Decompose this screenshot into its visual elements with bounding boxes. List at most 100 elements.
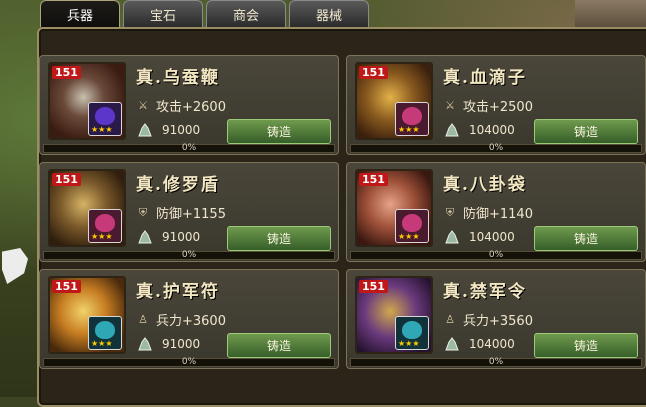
stat-value: 攻击+2500 [463,100,533,115]
shield-icon: ⛨ [445,205,455,219]
item-name: 真.乌蚕鞭 [136,68,220,88]
level-badge: 151 [52,173,81,186]
star-rating: ★★★ [398,339,420,348]
cost-value: 104000 [469,230,515,244]
forge-button[interactable]: 铸造 [227,333,331,358]
star-rating: ★★★ [398,232,420,241]
item-card: 151 ★★★ 真.禁军令 ♙ 兵力+3560 104000 铸造 0% [346,269,646,369]
gem-icon [402,214,422,232]
tab-guild[interactable]: 商会 [206,0,286,27]
cost-value: 104000 [469,337,515,351]
item-name: 真.护军符 [136,282,220,302]
item-portrait[interactable]: 151 ★★★ [355,169,433,247]
cost-value: 91000 [162,230,201,244]
level-badge: 151 [359,66,388,79]
gem-icon [95,321,115,339]
level-badge: 151 [52,66,81,79]
item-cost: 104000 [443,229,515,245]
gem-icon [95,107,115,125]
gem-icon [402,321,422,339]
gem-slot[interactable]: ★★★ [88,316,122,350]
forge-button[interactable]: 铸造 [534,226,638,251]
progress-text: 0% [181,250,197,260]
silver-icon [445,123,459,137]
progress-bar: 0% [43,357,335,367]
star-rating: ★★★ [91,232,113,241]
sword-icon: ⚔ [445,99,455,112]
progress-bar: 0% [43,250,335,260]
item-stat: ⛨ 防御+1140 [443,203,533,223]
gem-slot[interactable]: ★★★ [395,316,429,350]
forge-button[interactable]: 铸造 [534,333,638,358]
item-cost: 91000 [136,336,200,352]
progress-bar: 0% [43,143,335,153]
item-stat: ⚔ 攻击+2500 [443,96,533,115]
progress-text: 0% [488,357,504,367]
soldier-icon: ♙ [138,313,148,326]
forge-button[interactable]: 铸造 [534,119,638,144]
silver-icon [138,230,152,244]
item-cost: 91000 [136,229,200,245]
item-cost: 104000 [443,122,515,138]
progress-text: 0% [488,250,504,260]
gem-icon [95,214,115,232]
progress-bar: 0% [350,143,642,153]
soldier-icon: ♙ [445,313,455,326]
item-card: 151 ★★★ 真.乌蚕鞭 ⚔ 攻击+2600 91000 铸造 0% [39,55,339,155]
item-name: 真.禁军令 [443,282,527,302]
tab-machines[interactable]: 器械 [289,0,369,27]
item-stat: ♙ 兵力+3600 [136,310,226,329]
item-portrait[interactable]: 151 ★★★ [48,276,126,354]
forge-panel: 151 ★★★ 真.乌蚕鞭 ⚔ 攻击+2600 91000 铸造 0% 151 [37,27,646,407]
level-badge: 151 [359,280,388,293]
sword-icon: ⚔ [138,99,148,112]
cost-value: 91000 [162,123,201,137]
progress-text: 0% [488,143,504,153]
progress-text: 0% [181,143,197,153]
item-portrait[interactable]: 151 ★★★ [355,276,433,354]
star-rating: ★★★ [398,125,420,134]
item-card: 151 ★★★ 真.血滴子 ⚔ 攻击+2500 104000 铸造 0% [346,55,646,155]
item-name: 真.修罗盾 [136,175,220,195]
level-badge: 151 [359,173,388,186]
stat-value: 攻击+2600 [156,100,226,115]
shield-icon: ⛨ [138,205,148,219]
item-name: 真.血滴子 [443,68,527,88]
level-badge: 151 [52,280,81,293]
stat-value: 防御+1155 [156,207,226,222]
gem-slot[interactable]: ★★★ [88,102,122,136]
item-portrait[interactable]: 151 ★★★ [355,62,433,140]
silver-icon [138,337,152,351]
item-portrait[interactable]: 151 ★★★ [48,169,126,247]
forge-button[interactable]: 铸造 [227,119,331,144]
gem-slot[interactable]: ★★★ [395,209,429,243]
item-cost: 104000 [443,336,515,352]
map-building [575,0,646,30]
tab-weapons[interactable]: 兵器 [40,0,120,27]
gem-slot[interactable]: ★★★ [88,209,122,243]
item-card: 151 ★★★ 真.护军符 ♙ 兵力+3600 91000 铸造 0% [39,269,339,369]
stat-value: 兵力+3600 [156,314,226,329]
item-portrait[interactable]: 151 ★★★ [48,62,126,140]
progress-bar: 0% [350,250,642,260]
item-cost: 91000 [136,122,200,138]
tab-gems[interactable]: 宝石 [123,0,203,27]
silver-icon [445,337,459,351]
item-card: 151 ★★★ 真.修罗盾 ⛨ 防御+1155 91000 铸造 0% [39,162,339,262]
item-stat: ♙ 兵力+3560 [443,310,533,329]
silver-icon [445,230,459,244]
star-rating: ★★★ [91,125,113,134]
silver-icon [138,123,152,137]
item-stat: ⚔ 攻击+2600 [136,96,226,115]
item-card: 151 ★★★ 真.八卦袋 ⛨ 防御+1140 104000 铸造 0% [346,162,646,262]
gem-slot[interactable]: ★★★ [395,102,429,136]
stat-value: 兵力+3560 [463,314,533,329]
stat-value: 防御+1140 [463,207,533,222]
forge-button[interactable]: 铸造 [227,226,331,251]
star-rating: ★★★ [91,339,113,348]
progress-text: 0% [181,357,197,367]
item-stat: ⛨ 防御+1155 [136,203,226,223]
tab-bar: 兵器 宝石 商会 器械 [40,0,369,28]
cost-value: 104000 [469,123,515,137]
progress-bar: 0% [350,357,642,367]
